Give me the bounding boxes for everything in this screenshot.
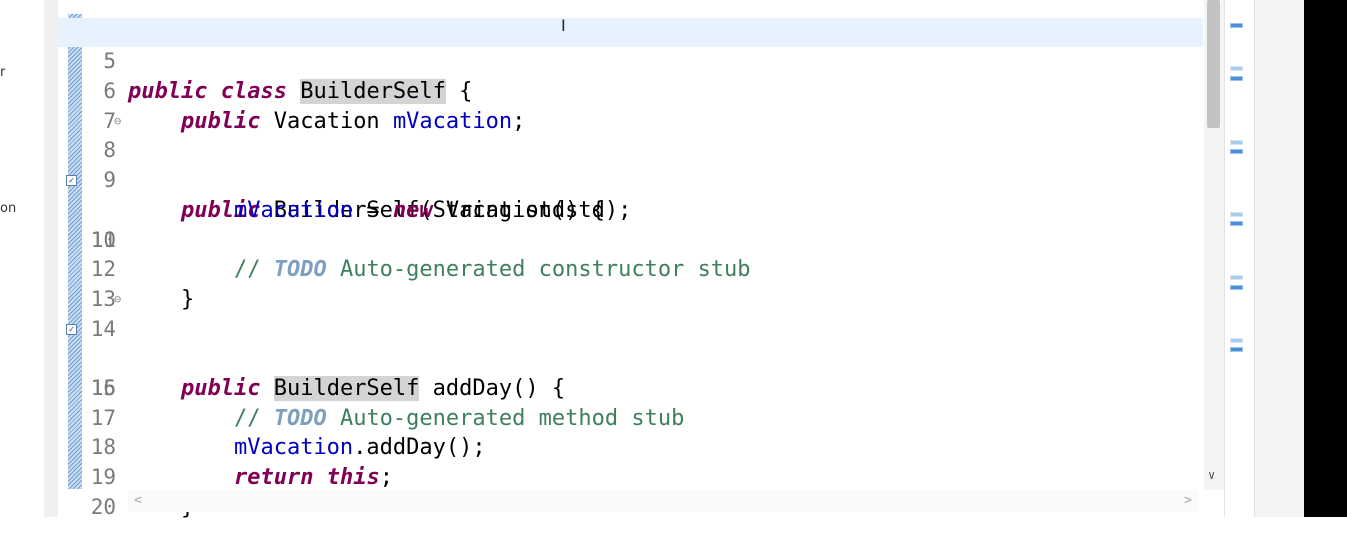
screen-edge [1304, 0, 1347, 517]
scroll-left-icon[interactable]: < [134, 490, 142, 512]
panel-text-fragment: on [0, 201, 17, 216]
task-marker-icon[interactable]: ✓ [66, 323, 77, 335]
code-line[interactable]: 18 return this; [58, 404, 1203, 490]
code-editor[interactable]: 4 5 public class BuilderSelf { 6 public … [58, 0, 1224, 520]
code-line-current[interactable]: 5 public class BuilderSelf { [58, 17, 1203, 105]
code-line[interactable]: 20 [58, 463, 1203, 519]
code-line[interactable]: 8 ⊖ public BuilderSelf(String std) { [58, 107, 1203, 223]
code-line[interactable]: 11 [58, 196, 1203, 252]
occurrence-marker[interactable] [1230, 149, 1243, 154]
occurrence-marker[interactable] [1230, 76, 1243, 81]
panel-text-fragment: r [0, 65, 6, 80]
occurrence-marker[interactable] [1230, 221, 1243, 226]
occurrence-marker[interactable] [1230, 338, 1243, 343]
left-panel: r on [0, 0, 44, 517]
overview-ruler[interactable] [1224, 0, 1255, 517]
code-line[interactable]: 4 [58, 0, 1203, 44]
collapse-fold-icon[interactable]: ⊖ [114, 107, 121, 137]
scrollbar-thumb[interactable] [1207, 0, 1220, 128]
collapse-fold-icon[interactable]: ⊖ [114, 285, 121, 315]
scroll-right-icon[interactable]: > [1184, 490, 1192, 512]
code-line[interactable]: 6 public Vacation mVacation; [58, 47, 1203, 134]
code-line[interactable]: ✓ 15 // TODO Auto-generated method stub [58, 315, 1203, 431]
line-number: 20 [90, 494, 116, 519]
code-line[interactable]: 19 } [58, 433, 1203, 520]
view-separator[interactable] [44, 0, 59, 517]
code-line[interactable]: 14 ⊖ public BuilderSelf addDay() { [58, 285, 1203, 401]
task-marker-icon[interactable]: ✓ [66, 175, 77, 187]
occurrence-marker[interactable] [1230, 347, 1243, 352]
occurrence-marker[interactable] [1230, 285, 1243, 290]
code-line[interactable]: 7 [58, 77, 1203, 133]
code-line[interactable]: 9 mVacation = new Vacation(std); [58, 136, 1203, 223]
occurrence-marker[interactable] [1230, 66, 1243, 71]
vertical-scrollbar[interactable]: ∨ [1204, 0, 1224, 490]
occurrence-marker[interactable] [1230, 275, 1243, 280]
code-line[interactable]: 17 mVacation.addDay(); [58, 374, 1203, 461]
scroll-down-icon[interactable]: ∨ [1208, 468, 1215, 482]
occurrence-marker[interactable] [1230, 212, 1243, 217]
code-line[interactable]: 13 [58, 255, 1203, 311]
occurrence-marker[interactable] [1230, 140, 1243, 145]
text-cursor-icon: I [561, 16, 566, 35]
code-line[interactable]: 16 [58, 344, 1203, 400]
right-panel [1254, 0, 1305, 517]
horizontal-scrollbar[interactable]: < > [128, 490, 1198, 512]
code-line[interactable]: 12 } [58, 226, 1203, 312]
code-line[interactable]: ✓ 10 // TODO Auto-generated constructor … [58, 166, 1203, 282]
occurrence-marker[interactable] [1230, 23, 1243, 28]
code-lines[interactable]: 4 5 public class BuilderSelf { 6 public … [58, 0, 1203, 520]
